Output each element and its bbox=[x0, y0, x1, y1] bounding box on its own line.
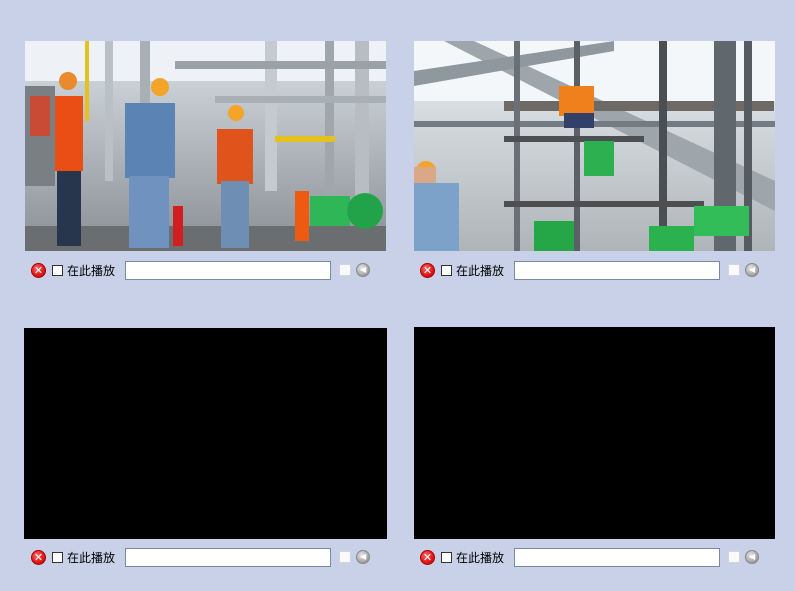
panel-3-controls: ✕ 在此播放 ◀ bbox=[31, 546, 371, 568]
panel-1-text-input[interactable] bbox=[125, 260, 332, 280]
panel-3-text-input[interactable] bbox=[125, 547, 332, 567]
speaker-icon[interactable]: ◀ bbox=[356, 550, 371, 564]
play-here-label-4: 在此播放 bbox=[456, 550, 505, 565]
panel-3-small-checkbox[interactable] bbox=[339, 551, 352, 563]
panel-4-text-input[interactable] bbox=[514, 547, 721, 567]
video-monitor-page: ✕ 在此播放 ◀ ✕ 在此播放 ◀ ✕ 在此播放 ◀ ✕ 在此播放 ◀ bbox=[0, 0, 795, 591]
play-here-label-1: 在此播放 bbox=[67, 263, 116, 278]
video-frame-2 bbox=[414, 41, 775, 251]
panel-1-controls: ✕ 在此播放 ◀ bbox=[31, 259, 371, 281]
panel-2-controls: ✕ 在此播放 ◀ bbox=[420, 259, 760, 281]
speaker-icon[interactable]: ◀ bbox=[745, 550, 760, 564]
close-icon[interactable]: ✕ bbox=[420, 549, 435, 565]
panel-4-small-checkbox[interactable] bbox=[728, 551, 741, 563]
panel-4-controls: ✕ 在此播放 ◀ bbox=[420, 546, 760, 568]
play-here-label-2: 在此播放 bbox=[456, 263, 505, 278]
video-feed-4[interactable] bbox=[414, 327, 775, 539]
panel-2-text-input[interactable] bbox=[514, 260, 721, 280]
close-icon[interactable]: ✕ bbox=[420, 262, 435, 278]
play-here-checkbox-3[interactable] bbox=[52, 551, 63, 563]
speaker-icon[interactable]: ◀ bbox=[356, 263, 371, 277]
video-feed-3[interactable] bbox=[24, 328, 387, 539]
video-feed-2[interactable] bbox=[414, 41, 775, 251]
play-here-checkbox-4[interactable] bbox=[441, 551, 452, 563]
close-icon[interactable]: ✕ bbox=[31, 549, 46, 565]
video-frame-1 bbox=[25, 41, 386, 251]
play-here-checkbox-1[interactable] bbox=[52, 264, 63, 276]
play-here-checkbox-2[interactable] bbox=[441, 264, 452, 276]
close-icon[interactable]: ✕ bbox=[31, 262, 46, 278]
panel-1-small-checkbox[interactable] bbox=[339, 264, 352, 276]
play-here-label-3: 在此播放 bbox=[67, 550, 116, 565]
video-feed-1[interactable] bbox=[25, 41, 386, 251]
panel-2-small-checkbox[interactable] bbox=[728, 264, 741, 276]
speaker-icon[interactable]: ◀ bbox=[745, 263, 760, 277]
